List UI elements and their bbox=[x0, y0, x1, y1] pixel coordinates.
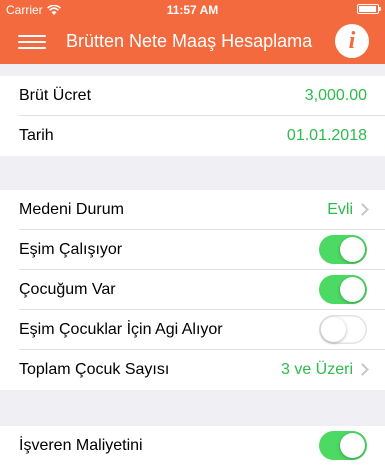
has-child-label: Çocuğum Var bbox=[19, 281, 116, 298]
date-label: Tarih bbox=[19, 127, 54, 144]
chevron-right-icon bbox=[356, 363, 369, 376]
chevron-right-icon bbox=[356, 203, 369, 216]
employer-cost-label: İşveren Maliyetini bbox=[19, 437, 143, 454]
gross-salary-value[interactable]: 3,000.00 bbox=[305, 87, 367, 105]
gross-salary-label: Brüt Ücret bbox=[19, 87, 92, 104]
page-title: Brütten Nete Maaş Hesaplama bbox=[66, 31, 313, 51]
child-count-label: Toplam Çocuk Sayısı bbox=[19, 361, 170, 378]
spouse-agi-toggle[interactable] bbox=[319, 315, 367, 344]
navigation-bar: Brütten Nete Maaş Hesaplama i bbox=[0, 20, 385, 64]
section-salary: Brüt Ücret 3,000.00 Tarih 01.01.2018 bbox=[0, 76, 385, 156]
info-icon[interactable]: i bbox=[335, 24, 369, 58]
date-value[interactable]: 01.01.2018 bbox=[287, 127, 367, 145]
has-child-row: Çocuğum Var bbox=[0, 270, 385, 310]
marital-status-value: Evli bbox=[327, 201, 353, 218]
battery-icon bbox=[357, 4, 381, 14]
spouse-agi-row: Eşim Çocuklar İçin Agi Alıyor bbox=[0, 310, 385, 350]
has-child-toggle[interactable] bbox=[319, 275, 367, 304]
spouse-working-toggle[interactable] bbox=[319, 235, 367, 264]
child-count-value: 3 ve Üzeri bbox=[280, 361, 353, 378]
spouse-working-label: Eşim Çalışıyor bbox=[19, 241, 123, 258]
employer-cost-toggle[interactable] bbox=[319, 431, 367, 460]
gross-salary-row[interactable]: Brüt Ücret 3,000.00 bbox=[0, 76, 385, 116]
marital-status-label: Medeni Durum bbox=[19, 201, 124, 218]
status-time: 11:57 AM bbox=[166, 3, 219, 17]
status-bar: Carrier 11:57 AM bbox=[0, 0, 385, 20]
section-employer: İşveren Maliyetini bbox=[0, 426, 385, 466]
employer-cost-row: İşveren Maliyetini bbox=[0, 426, 385, 466]
marital-status-row[interactable]: Medeni Durum Evli bbox=[0, 190, 385, 230]
spouse-working-row: Eşim Çalışıyor bbox=[0, 230, 385, 270]
spouse-agi-label: Eşim Çocuklar İçin Agi Alıyor bbox=[19, 321, 223, 338]
date-row[interactable]: Tarih 01.01.2018 bbox=[0, 116, 385, 156]
menu-icon[interactable] bbox=[18, 31, 46, 53]
child-count-row[interactable]: Toplam Çocuk Sayısı 3 ve Üzeri bbox=[0, 350, 385, 390]
section-family: Medeni Durum Evli Eşim Çalışıyor Çocuğum… bbox=[0, 190, 385, 390]
